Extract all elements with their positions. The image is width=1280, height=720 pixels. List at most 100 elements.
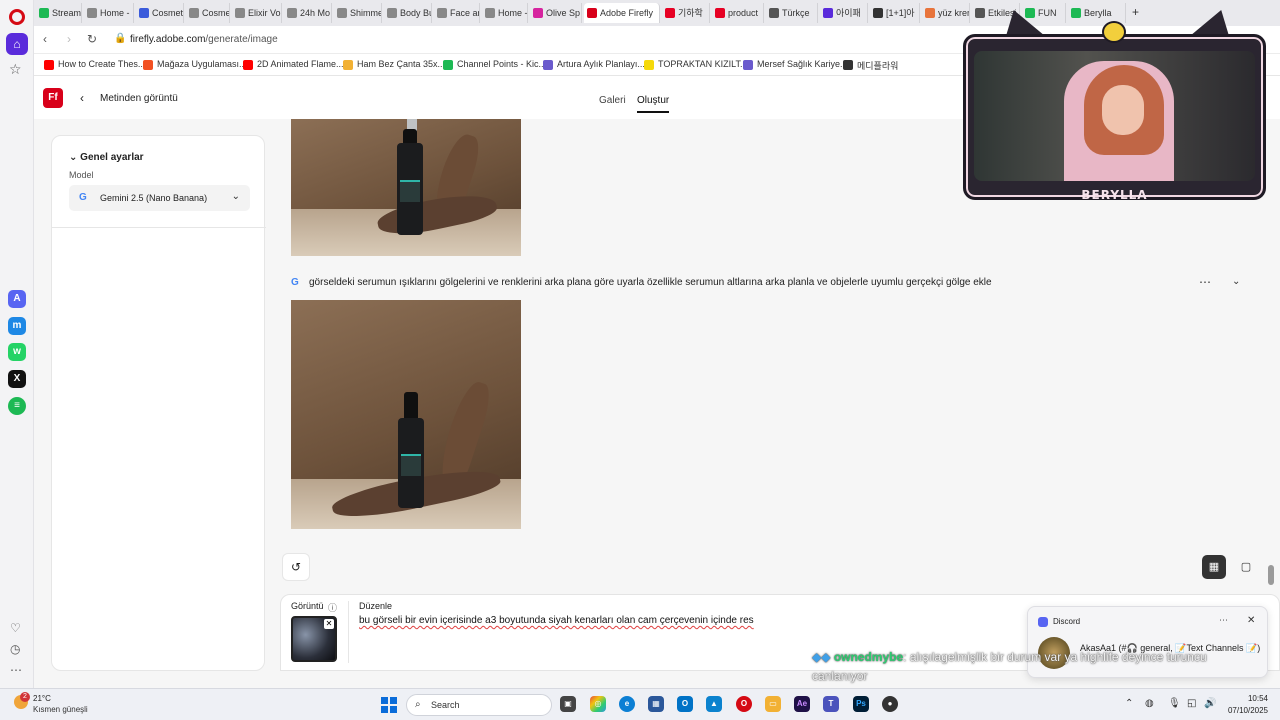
star-icon[interactable]: ☆	[9, 61, 22, 78]
weather-temp[interactable]: 21°C	[33, 694, 51, 703]
obs-icon[interactable]: ●	[882, 696, 898, 712]
model-select[interactable]: G Gemini 2.5 (Nano Banana) ⌄	[69, 185, 250, 211]
general-settings-heading[interactable]: ⌄ Genel ayarlar	[69, 152, 144, 163]
back-arrow-icon[interactable]: ‹	[80, 91, 84, 105]
browser-tab[interactable]: Elixir Vo	[232, 3, 282, 23]
photos-icon[interactable]: ▲	[706, 696, 722, 712]
teams-icon[interactable]: T	[823, 696, 839, 712]
reference-image-thumbnail[interactable]: ✕	[291, 616, 337, 662]
tab-label: Adobe Firefly	[600, 8, 654, 18]
grid-view-button[interactable]: ▦	[1202, 555, 1226, 579]
opera-icon[interactable]: O	[736, 696, 752, 712]
start-button[interactable]	[381, 697, 397, 713]
page-title[interactable]: Metinden görüntü	[100, 93, 178, 104]
wifi-icon[interactable]: ◱	[1187, 698, 1196, 709]
bookmark-item[interactable]: Mersef Sağlık Kariye...	[743, 59, 848, 70]
browser-tab[interactable]: product	[712, 3, 764, 23]
clock-time[interactable]: 10:54	[1222, 694, 1268, 703]
tab-favicon-icon	[533, 8, 543, 18]
prompt-input[interactable]: bu görseli bir evin içerisinde a3 boyutu…	[359, 615, 754, 626]
bookmark-item[interactable]: Ham Bez Çanta 35x...	[343, 59, 445, 70]
chevron-up-icon[interactable]: ⌃	[1125, 698, 1133, 709]
copilot-icon[interactable]: ◎	[590, 696, 606, 712]
discord-notification[interactable]: Discord ⋯ ✕ AkasAa1 (#🎧 general, 📝Text C…	[1027, 606, 1268, 678]
bookmark-item[interactable]: 2D Animated Flame...	[243, 59, 344, 70]
history-button[interactable]: ↺	[282, 553, 310, 581]
app-tray-icon[interactable]: ◍	[1145, 698, 1154, 709]
nav-create[interactable]: Oluştur	[637, 95, 670, 113]
browser-tab[interactable]: 기하학	[662, 3, 710, 23]
whatsapp-icon[interactable]: w	[8, 343, 26, 361]
browser-tab[interactable]: Türkçe	[766, 3, 818, 23]
chevron-down-icon[interactable]: ⌄	[1232, 276, 1240, 287]
browser-tab[interactable]: Cosmeti	[186, 3, 230, 23]
close-icon[interactable]: ✕	[324, 619, 334, 629]
browser-tab[interactable]: Stream	[36, 3, 82, 23]
browser-tab[interactable]: yüz krer	[922, 3, 970, 23]
weather-condition[interactable]: Kısmen güneşli	[33, 705, 88, 714]
url-field[interactable]: firefly.adobe.com/generate/image	[130, 34, 278, 45]
browser-tab[interactable]: Home -	[84, 3, 134, 23]
browser-tab[interactable]: 24h Mo	[284, 3, 332, 23]
generated-image-2[interactable]	[291, 300, 521, 529]
more-icon[interactable]: ⋯	[10, 663, 22, 677]
forward-icon[interactable]: ›	[67, 32, 71, 46]
browser-tab[interactable]: Shimme	[334, 3, 382, 23]
microphone-icon[interactable]: 🎙	[1168, 698, 1181, 709]
edge-icon[interactable]: e	[619, 696, 635, 712]
photoshop-icon[interactable]: Ps	[853, 696, 869, 712]
bookmark-item[interactable]: Mağaza Uygulaması...	[143, 59, 247, 70]
browser-tab[interactable]: Home -	[482, 3, 528, 23]
browser-tab[interactable]: Olive Sp	[530, 3, 582, 23]
scrollbar[interactable]	[1268, 565, 1274, 585]
bell-decoration	[1102, 21, 1126, 43]
history-icon[interactable]: ◷	[10, 642, 20, 656]
browser-tab[interactable]: Body Bu	[384, 3, 432, 23]
spotify-icon[interactable]: ≡	[8, 397, 26, 415]
ai-icon[interactable]: A	[8, 290, 26, 308]
opera-logo-icon[interactable]	[9, 9, 25, 25]
bookmark-label: TOPRAKTAN KIZILT...	[658, 59, 748, 69]
heart-icon[interactable]: ♡	[10, 621, 21, 635]
volume-icon[interactable]: 🔊	[1204, 698, 1216, 709]
bookmark-item[interactable]: How to Create Thes...	[44, 59, 145, 70]
outlook-icon[interactable]: O	[677, 696, 693, 712]
bookmark-item[interactable]: Channel Points - Kic...	[443, 59, 546, 70]
home-icon[interactable]: ⌂	[6, 33, 28, 55]
x-icon[interactable]: X	[8, 370, 26, 388]
browser-tab[interactable]: Berylla	[1068, 3, 1126, 23]
browser-tab[interactable]: [1+1]아	[870, 3, 920, 23]
task-view-icon[interactable]: ▣	[560, 696, 576, 712]
messenger-icon[interactable]: m	[8, 317, 26, 335]
more-options-icon[interactable]: ⋯	[1219, 615, 1228, 626]
firefly-logo[interactable]: Ff	[43, 88, 63, 108]
tab-label: FUN	[1038, 8, 1057, 18]
browser-tab[interactable]: Face anc	[434, 3, 480, 23]
new-tab-button[interactable]: +	[1132, 5, 1139, 19]
reload-icon[interactable]: ↻	[87, 32, 97, 46]
browser-tab[interactable]: FUN	[1022, 3, 1066, 23]
generated-image-1[interactable]	[291, 119, 521, 256]
single-view-button[interactable]: ▢	[1234, 555, 1258, 579]
browser-tab[interactable]: Cosmet	[136, 3, 184, 23]
file-explorer-icon[interactable]: ▭	[765, 696, 781, 712]
bookmark-item[interactable]: 메디플라워	[843, 59, 898, 72]
tab-label: Türkçe	[782, 8, 810, 18]
notification-badge: 2	[20, 692, 30, 702]
chat-username: ownedmybe	[833, 650, 904, 664]
back-icon[interactable]: ‹	[43, 32, 47, 46]
nav-gallery[interactable]: Galeri	[599, 95, 626, 106]
browser-tab[interactable]: 아이패	[820, 3, 868, 23]
clock-date[interactable]: 07/10/2025	[1218, 706, 1268, 715]
info-icon[interactable]: ⓘ	[328, 601, 337, 614]
bookmark-item[interactable]: TOPRAKTAN KIZILT...	[644, 59, 748, 70]
browser-tab[interactable]: Adobe Firefly	[584, 3, 660, 23]
more-options-icon[interactable]: ⋯	[1199, 275, 1211, 289]
bookmark-label: 메디플라워	[857, 61, 899, 71]
close-icon[interactable]: ✕	[1247, 615, 1255, 626]
tab-favicon-icon	[287, 8, 297, 18]
bookmark-item[interactable]: Artura Aylık Planlayı...	[543, 59, 645, 70]
after-effects-icon[interactable]: Ae	[794, 696, 810, 712]
store-icon[interactable]: ▦	[648, 696, 664, 712]
search-box[interactable]: ⌕ Search	[406, 694, 552, 716]
